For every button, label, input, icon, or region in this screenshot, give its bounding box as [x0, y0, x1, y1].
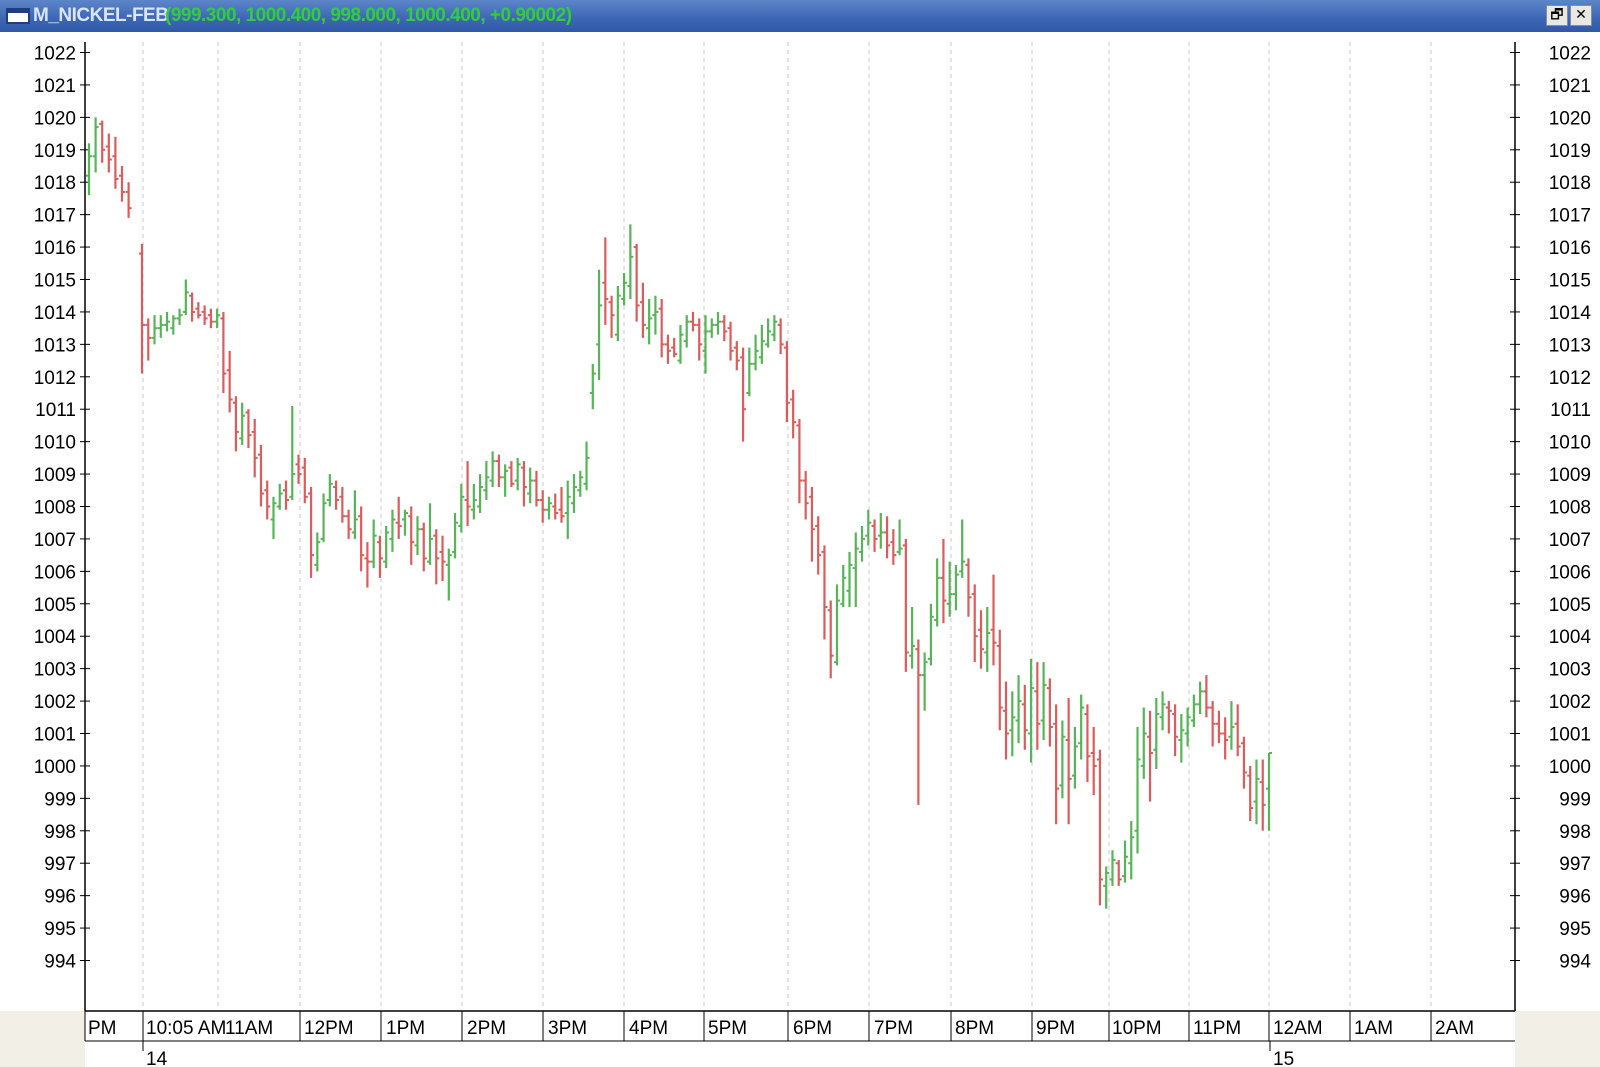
y-tick-label: 1017: [34, 206, 76, 227]
y-tick-label-right: 1013: [1549, 335, 1591, 356]
x-time-label: 8PM: [955, 1018, 994, 1039]
chart-background: [0, 32, 1600, 1067]
y-tick-label: 996: [44, 887, 76, 908]
x-time-label: 4PM: [629, 1018, 668, 1039]
y-tick-label: 1016: [34, 238, 76, 259]
y-tick-label-right: 1022: [1549, 44, 1591, 65]
y-tick-label-right: 1002: [1549, 692, 1591, 713]
y-tick-label-right: 1016: [1549, 238, 1591, 259]
restore-icon: 🗗: [1550, 7, 1564, 23]
y-tick-label: 1019: [34, 141, 76, 162]
y-tick-label: 1020: [34, 108, 76, 129]
x-time-label: 12AM: [1273, 1018, 1323, 1039]
y-tick-label-right: 1006: [1549, 562, 1591, 583]
y-tick-label-right: 1015: [1549, 271, 1591, 292]
y-tick-label-right: 1008: [1549, 498, 1591, 519]
x-time-label: 6PM: [793, 1018, 832, 1039]
y-tick-label-right: 1018: [1549, 173, 1591, 194]
x-date-label: 14: [146, 1049, 168, 1067]
window-icon: [6, 8, 30, 24]
y-tick-label: 1003: [34, 660, 76, 681]
x-time-label: 9PM: [1036, 1018, 1075, 1039]
x-time-label: 3PM: [548, 1018, 587, 1039]
ohlc-chart[interactable]: 1022 1022 1021 1021 1020 1020 1019 1019 1018 1018…: [0, 32, 1600, 1067]
y-tick-label: 1004: [34, 627, 77, 648]
y-tick-label-right: 1014: [1549, 303, 1592, 324]
x-time-label: 11PM: [1193, 1018, 1241, 1039]
y-tick-label-right: 1010: [1549, 433, 1591, 454]
x-time-label: 2PM: [467, 1018, 506, 1039]
y-tick-label: 1011: [35, 400, 76, 421]
y-tick-label-right: 1004: [1549, 627, 1592, 648]
y-tick-label-right: 1005: [1549, 595, 1591, 616]
x-date-label: 15: [1273, 1049, 1294, 1067]
y-tick-label: 1008: [34, 498, 76, 519]
x-time-label: 5PM: [708, 1018, 747, 1039]
y-tick-label: 1010: [34, 433, 76, 454]
symbol-label: M_NICKEL-FEB: [33, 5, 169, 26]
y-tick-label: 995: [44, 919, 76, 940]
y-tick-label: 1013: [34, 335, 76, 356]
y-tick-label: 1001: [34, 725, 76, 746]
y-tick-label: 1005: [34, 595, 76, 616]
y-tick-label-right: 995: [1559, 919, 1591, 940]
y-tick-label: 1000: [34, 757, 76, 778]
y-tick-label-right: 1000: [1549, 757, 1591, 778]
y-tick-label-right: 1011: [1550, 400, 1591, 421]
restore-button[interactable]: 🗗: [1546, 5, 1568, 26]
y-tick-label-right: 1017: [1549, 206, 1591, 227]
x-time-label: 1PM: [386, 1018, 425, 1039]
x-time-label: 1AM: [1354, 1018, 1393, 1039]
y-tick-label: 1021: [34, 76, 76, 97]
y-tick-label: 997: [44, 854, 76, 875]
y-tick-label: 1007: [34, 530, 76, 551]
title-bar[interactable]: M_NICKEL-FEB (999.300, 1000.400, 998.000…: [0, 0, 1600, 33]
x-time-label: PM: [88, 1018, 117, 1039]
y-tick-label: 1022: [34, 44, 76, 65]
y-tick-label: 998: [44, 822, 76, 843]
y-tick-label-right: 997: [1559, 854, 1591, 875]
y-tick-label-right: 1020: [1549, 108, 1591, 129]
x-time-label: 2AM: [1435, 1018, 1474, 1039]
y-tick-label-right: 1001: [1549, 725, 1591, 746]
y-tick-label-right: 996: [1559, 887, 1591, 908]
y-tick-label-right: 1007: [1549, 530, 1591, 551]
y-tick-label-right: 1003: [1549, 660, 1591, 681]
y-tick-label: 1014: [34, 303, 77, 324]
close-icon: ✕: [1575, 7, 1587, 23]
x-time-label: 11AM: [225, 1018, 273, 1039]
y-tick-label: 999: [44, 789, 76, 810]
y-tick-label: 1012: [34, 368, 76, 389]
y-tick-label: 1006: [34, 562, 76, 583]
x-time-label: 10PM: [1112, 1018, 1162, 1039]
close-button[interactable]: ✕: [1570, 5, 1592, 26]
y-tick-label-right: 994: [1559, 952, 1591, 973]
x-time-label: 10:05 AM: [146, 1018, 226, 1039]
chart-window: M_NICKEL-FEB (999.300, 1000.400, 998.000…: [0, 0, 1600, 1067]
y-tick-label-right: 1021: [1549, 76, 1591, 97]
x-time-label: 12PM: [304, 1018, 354, 1039]
y-tick-label-right: 1009: [1549, 465, 1591, 486]
y-tick-label-right: 999: [1559, 789, 1591, 810]
y-tick-label: 1009: [34, 465, 76, 486]
y-tick-label: 994: [44, 952, 76, 973]
y-tick-label-right: 1012: [1549, 368, 1591, 389]
quote-readout: (999.300, 1000.400, 998.000, 1000.400, +…: [165, 5, 572, 26]
y-tick-label: 1015: [34, 271, 76, 292]
x-time-label: 7PM: [874, 1018, 913, 1039]
y-tick-label: 1002: [34, 692, 76, 713]
y-tick-label: 1018: [34, 173, 76, 194]
y-tick-label-right: 998: [1559, 822, 1591, 843]
y-tick-label-right: 1019: [1549, 141, 1591, 162]
